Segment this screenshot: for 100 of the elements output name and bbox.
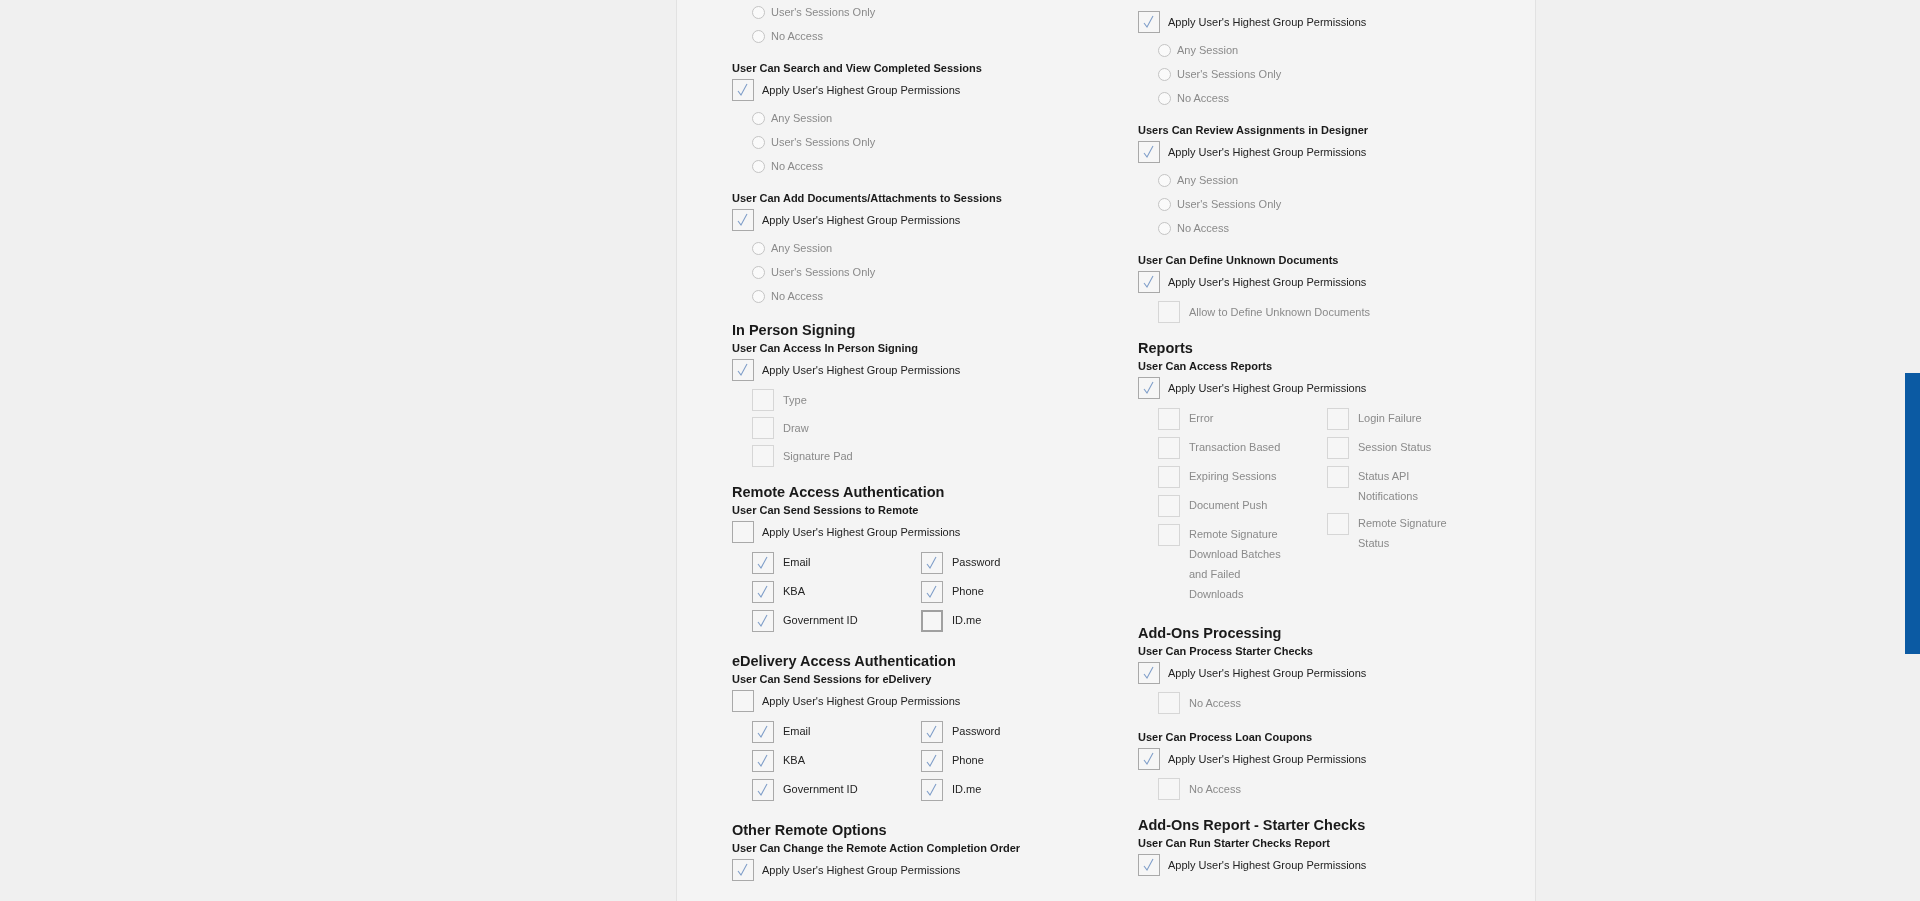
option-label: No Access (1189, 782, 1241, 796)
option-label: Document Push (1189, 498, 1268, 513)
option-label: Any Session (1177, 173, 1239, 187)
permission-heading: User Can Search and View Completed Sessions (732, 61, 982, 75)
apply-checkbox[interactable] (1138, 377, 1160, 399)
apply-checkbox[interactable] (732, 79, 754, 101)
option-label: Type (783, 393, 807, 407)
option-label: KBA (783, 753, 805, 768)
option-label: Remote Signature Status (1358, 516, 1448, 551)
checkbox-label: Apply User's Highest Group Permissions (1168, 858, 1367, 872)
apply-checkbox[interactable] (1138, 271, 1160, 293)
checkbox[interactable] (752, 779, 774, 801)
option-label: User's Sessions Only (771, 135, 876, 149)
section-title: Add-Ons Processing (1138, 624, 1282, 642)
option-label: Phone (952, 584, 984, 599)
option-label: No Access (1177, 91, 1229, 105)
option-label: Email (783, 724, 811, 739)
side-tab[interactable] (1905, 373, 1920, 654)
option-label: Status API Notifications (1358, 469, 1419, 504)
option-label: Any Session (771, 241, 833, 255)
checkbox-label: Apply User's Highest Group Permissions (762, 863, 961, 877)
option-label: Government ID (783, 613, 858, 628)
checkmark-icon (926, 783, 938, 797)
checkmark-icon (1143, 275, 1155, 289)
option-label: Session Status (1358, 440, 1432, 455)
apply-checkbox[interactable] (732, 859, 754, 881)
option-label: ID.me (952, 613, 982, 628)
option-label: ID.me (952, 782, 982, 797)
checkmark-icon (757, 585, 769, 599)
option-label: No Access (1177, 221, 1229, 235)
checkmark-icon (1143, 752, 1155, 766)
permission-heading: User Can Run Starter Checks Report (1138, 836, 1330, 850)
option-label: User's Sessions Only (1177, 197, 1282, 211)
checkbox[interactable] (752, 610, 774, 632)
apply-checkbox[interactable] (1138, 11, 1160, 33)
checkmark-icon (757, 783, 769, 797)
apply-checkbox[interactable] (1138, 748, 1160, 770)
apply-checkbox[interactable] (1138, 854, 1160, 876)
apply-checkbox[interactable] (732, 521, 754, 543)
checkbox-label: Apply User's Highest Group Permissions (762, 363, 961, 377)
checkmark-icon (737, 363, 749, 377)
checkbox[interactable] (921, 750, 943, 772)
option-label: User's Sessions Only (771, 5, 876, 19)
checkmark-icon (1143, 666, 1155, 680)
checkmark-icon (1143, 15, 1155, 29)
checkbox-label: Apply User's Highest Group Permissions (1168, 381, 1367, 395)
apply-checkbox[interactable] (732, 359, 754, 381)
apply-checkbox[interactable] (732, 690, 754, 712)
checkbox[interactable] (752, 552, 774, 574)
option-label: Error (1189, 411, 1214, 426)
option-label: Signature Pad (783, 449, 853, 463)
checkbox-label: Apply User's Highest Group Permissions (762, 213, 961, 227)
apply-checkbox[interactable] (1138, 662, 1160, 684)
section-title: Other Remote Options (732, 821, 887, 839)
checkmark-icon (1143, 145, 1155, 159)
option-label: User's Sessions Only (771, 265, 876, 279)
checkbox[interactable] (921, 552, 943, 574)
option-label: Password (952, 555, 1001, 570)
checkbox-label: Apply User's Highest Group Permissions (1168, 145, 1367, 159)
checkmark-icon (926, 585, 938, 599)
section-title: In Person Signing (732, 321, 856, 339)
permission-heading: User Can Access Reports (1138, 359, 1273, 373)
permission-heading: User Can Define Unknown Documents (1138, 253, 1339, 267)
checkbox-label: Apply User's Highest Group Permissions (762, 83, 961, 97)
permission-heading: User Can Send Sessions to Remote (732, 503, 919, 517)
option-label: Expiring Sessions (1189, 469, 1277, 484)
option-label: User's Sessions Only (1177, 67, 1282, 81)
checkbox[interactable] (921, 779, 943, 801)
apply-checkbox[interactable] (1138, 141, 1160, 163)
checkmark-icon (737, 83, 749, 97)
section-title: Remote Access Authentication (732, 483, 945, 501)
checkbox[interactable] (752, 721, 774, 743)
checkbox[interactable] (921, 610, 943, 632)
checkbox-label: Apply User's Highest Group Permissions (762, 525, 961, 539)
checkbox[interactable] (752, 750, 774, 772)
checkbox[interactable] (921, 581, 943, 603)
checkmark-icon (757, 614, 769, 628)
option-label: KBA (783, 584, 805, 599)
checkmark-icon (757, 754, 769, 768)
checkmark-icon (926, 725, 938, 739)
option-label: Phone (952, 753, 984, 768)
option-label: No Access (771, 159, 823, 173)
permission-heading: Users Can Review Assignments in Designer (1138, 123, 1369, 137)
option-label: Any Session (771, 111, 833, 125)
permission-heading: User Can Add Documents/Attachments to Sessions (732, 191, 1002, 205)
checkbox-label: Apply User's Highest Group Permissions (762, 694, 961, 708)
option-label: Government ID (783, 782, 858, 797)
permission-heading: User Can Change the Remote Action Completion Order (732, 841, 1021, 855)
option-label: Email (783, 555, 811, 570)
checkmark-icon (757, 725, 769, 739)
option-label: Login Failure (1358, 411, 1422, 426)
option-label: Allow to Define Unknown Documents (1189, 305, 1370, 319)
checkmark-icon (1143, 858, 1155, 872)
option-label: Any Session (1177, 43, 1239, 57)
section-title: Add-Ons Report - Starter Checks (1138, 816, 1366, 834)
option-label: No Access (771, 29, 823, 43)
checkbox[interactable] (921, 721, 943, 743)
apply-checkbox[interactable] (732, 209, 754, 231)
option-label: No Access (1189, 696, 1241, 710)
checkbox[interactable] (752, 581, 774, 603)
